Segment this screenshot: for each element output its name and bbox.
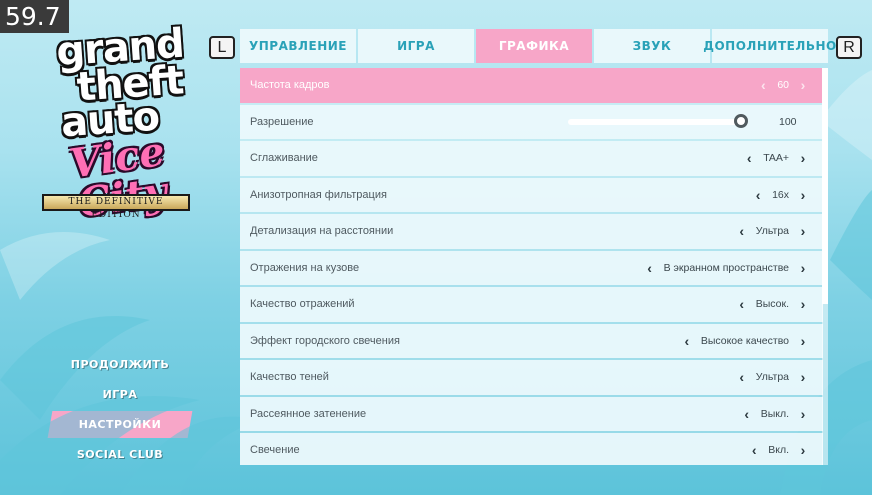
- setting-row-ambient-occlusion[interactable]: Рассеянное затенение ‹ Выкл. ›: [240, 396, 823, 431]
- arrow-left-icon[interactable]: ‹: [736, 370, 748, 384]
- setting-row-bloom[interactable]: Свечение ‹ Вкл. ›: [240, 433, 823, 465]
- arrow-right-icon[interactable]: ›: [797, 224, 809, 238]
- setting-row-reflection-quality[interactable]: Качество отражений ‹ Высок. ›: [240, 287, 823, 322]
- tab-controls[interactable]: управление: [240, 29, 356, 63]
- setting-row-car-reflections[interactable]: Отражения на кузове ‹ В экранном простра…: [240, 250, 823, 285]
- scrollbar-thumb[interactable]: [822, 68, 828, 304]
- menu-item-resume[interactable]: продолжить: [50, 350, 190, 380]
- r-bumper-hint[interactable]: R: [836, 36, 862, 59]
- setting-selector: ‹ Ультра ›: [736, 370, 809, 384]
- arrow-right-icon[interactable]: ›: [797, 151, 809, 165]
- tab-game[interactable]: игра: [358, 29, 474, 63]
- setting-label: Анизотропная фильтрация: [250, 188, 387, 201]
- slider-track[interactable]: [568, 113, 748, 128]
- arrow-left-icon[interactable]: ‹: [681, 334, 693, 348]
- setting-value: Ультра: [755, 371, 789, 384]
- setting-value: 60: [777, 79, 789, 92]
- setting-selector: ‹ В экранном пространстве ›: [644, 261, 809, 275]
- arrow-right-icon[interactable]: ›: [797, 188, 809, 202]
- tab-graphics[interactable]: графика: [476, 29, 592, 63]
- arrow-left-icon[interactable]: ‹: [752, 188, 764, 202]
- setting-row-anisotropic[interactable]: Анизотропная фильтрация ‹ 16x ›: [240, 177, 823, 212]
- setting-label: Свечение: [250, 444, 300, 457]
- arrow-left-icon[interactable]: ‹: [736, 224, 748, 238]
- settings-tabs: управление игра графика звук дополнитель…: [240, 29, 836, 63]
- logo-edition-banner: THE DEFINITIVE EDITION: [42, 194, 190, 220]
- graphics-settings-list: Частота кадров ‹ 60 › Разрешение 100 Сгл…: [240, 68, 823, 465]
- menu-item-game[interactable]: игра: [50, 380, 190, 410]
- arrow-right-icon[interactable]: ›: [797, 334, 809, 348]
- setting-label: Сглаживание: [250, 152, 318, 165]
- menu-item-settings[interactable]: настройки: [50, 410, 190, 440]
- setting-row-antialiasing[interactable]: Сглаживание ‹ TAA+ ›: [240, 141, 823, 176]
- arrow-right-icon[interactable]: ›: [797, 297, 809, 311]
- tab-advanced[interactable]: дополнительно: [703, 29, 836, 63]
- setting-selector: ‹ 16x ›: [752, 188, 809, 202]
- setting-row-city-glow[interactable]: Эффект городского свечения ‹ Высокое кач…: [240, 323, 823, 358]
- setting-row-shadow-quality[interactable]: Качество теней ‹ Ультра ›: [240, 360, 823, 395]
- setting-row-resolution[interactable]: Разрешение 100: [240, 104, 823, 140]
- gta-vice-city-logo: grand theft auto Vice City THE DEFINITIV…: [30, 21, 210, 230]
- arrow-left-icon[interactable]: ‹: [644, 261, 656, 275]
- setting-selector: ‹ Высокое качество ›: [681, 334, 809, 348]
- l-bumper-hint[interactable]: L: [209, 36, 235, 59]
- setting-value: Высокое качество: [700, 334, 789, 347]
- setting-selector: ‹ Высок. ›: [736, 297, 809, 311]
- setting-selector: ‹ 60 ›: [757, 78, 809, 92]
- setting-value: Высок.: [755, 298, 789, 311]
- main-pause-menu: продолжить игра настройки social club: [50, 350, 190, 470]
- setting-selector: ‹ Ультра ›: [736, 224, 809, 238]
- setting-selector: ‹ Выкл. ›: [741, 407, 809, 421]
- menu-item-social-club[interactable]: social club: [50, 440, 190, 470]
- arrow-left-icon[interactable]: ‹: [743, 151, 755, 165]
- arrow-left-icon[interactable]: ‹: [741, 407, 753, 421]
- slider-knob[interactable]: [734, 113, 748, 128]
- settings-scrollbar[interactable]: [822, 68, 828, 465]
- arrow-left-icon[interactable]: ‹: [736, 297, 748, 311]
- setting-value: Ультра: [755, 225, 789, 238]
- setting-label: Частота кадров: [250, 79, 330, 92]
- fps-counter: 59.7: [0, 0, 69, 33]
- arrow-right-icon[interactable]: ›: [797, 261, 809, 275]
- setting-value: TAA+: [763, 152, 789, 165]
- tab-audio[interactable]: звук: [594, 29, 710, 63]
- setting-selector: ‹ TAA+ ›: [743, 151, 809, 165]
- setting-value: 16x: [772, 188, 789, 201]
- setting-value: В экранном пространстве: [663, 261, 789, 274]
- setting-value: Выкл.: [760, 407, 789, 420]
- arrow-left-icon[interactable]: ‹: [748, 443, 760, 457]
- setting-value: 100: [779, 115, 797, 128]
- setting-row-draw-distance[interactable]: Детализация на расстоянии ‹ Ультра ›: [240, 214, 823, 249]
- setting-value: Вкл.: [768, 444, 789, 457]
- menu-item-label: настройки: [78, 418, 162, 431]
- arrow-right-icon[interactable]: ›: [797, 78, 809, 92]
- setting-selector: ‹ Вкл. ›: [748, 443, 809, 457]
- arrow-right-icon[interactable]: ›: [797, 407, 809, 421]
- resolution-slider[interactable]: 100: [568, 105, 808, 140]
- setting-label: Рассеянное затенение: [250, 407, 367, 420]
- arrow-right-icon[interactable]: ›: [797, 370, 809, 384]
- setting-row-framerate[interactable]: Частота кадров ‹ 60 ›: [240, 68, 823, 103]
- arrow-right-icon[interactable]: ›: [797, 443, 809, 457]
- arrow-left-icon[interactable]: ‹: [757, 78, 769, 92]
